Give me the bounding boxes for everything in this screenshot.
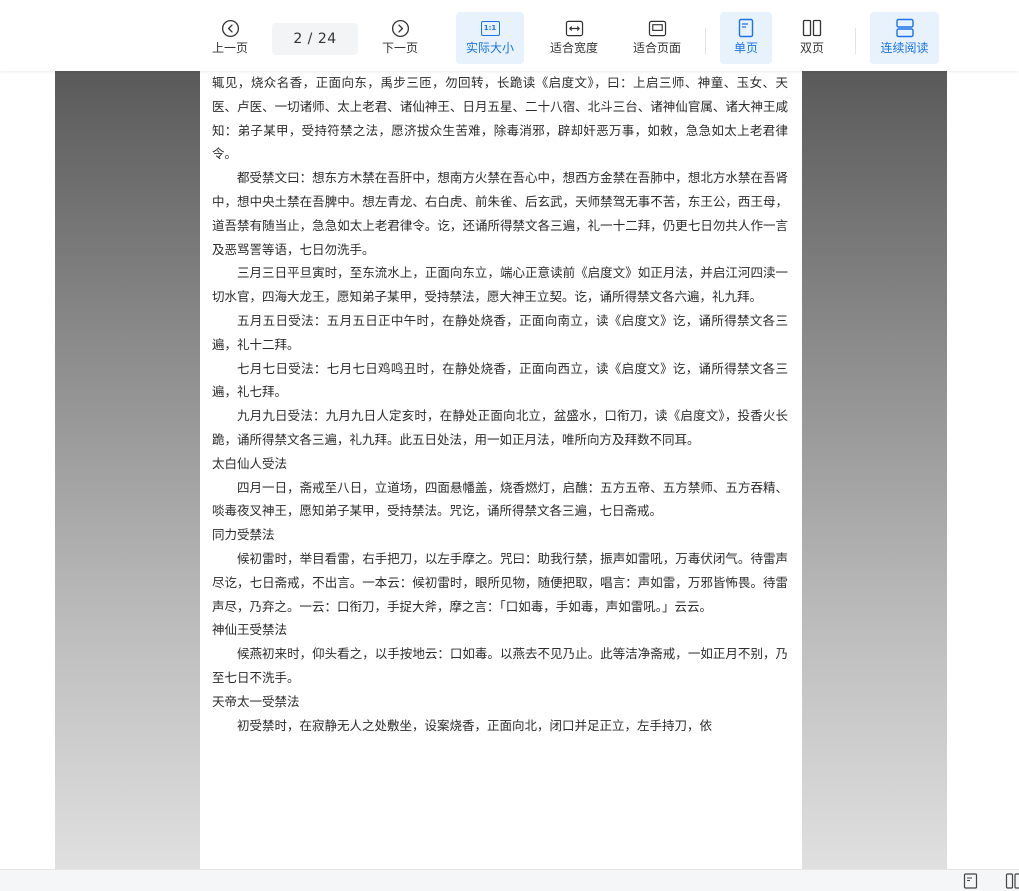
actual-size-icon-text: 1:1 [480, 20, 500, 36]
fit-width-label: 适合宽度 [549, 41, 598, 55]
page-indicator[interactable]: 2 / 24 [272, 23, 358, 55]
section-heading: 天帝太一受禁法 [212, 693, 300, 709]
paragraph: 五月五日受法：五月五日正中午时，在静处烧香，正面向南立，读《启度文》讫，诵所得禁… [212, 312, 788, 352]
actual-size-button[interactable]: 1:1 实际大小 [456, 12, 524, 64]
document-page: 辄见，烧众名香，正面向东，禹步三匝，勿回转，长跪读《启度文》，曰：上启三师、神童… [200, 71, 802, 869]
toolbar-divider [855, 28, 856, 54]
double-page-label: 双页 [799, 41, 824, 55]
prev-page-button[interactable]: 上一页 [204, 12, 256, 64]
viewer-toolbar: 上一页 2 / 24 下一页 1:1 实际大小 适合宽度 适合页面 单页 双页 … [0, 0, 1019, 71]
continuous-reading-label: 连续阅读 [880, 41, 929, 55]
document-viewport[interactable]: 辄见，烧众名香，正面向东，禹步三匝，勿回转，长跪读《启度文》，曰：上启三师、神童… [55, 71, 947, 869]
current-page-number[interactable]: 2 [293, 31, 302, 47]
double-page-button[interactable]: 双页 [786, 12, 838, 64]
paragraph: 初受禁时，在寂静无人之处敷坐，设案烧香，正面向北，闭口并足正立，左手持刀，依 [237, 717, 713, 733]
chevron-left-circle-icon [220, 18, 240, 38]
section-heading: 神仙王受禁法 [212, 622, 288, 638]
fit-page-button[interactable]: 适合页面 [624, 12, 690, 64]
fit-width-icon [564, 18, 584, 38]
toolbar-divider [705, 28, 706, 54]
single-page-view-icon[interactable] [963, 873, 979, 889]
next-page-label: 下一页 [381, 41, 418, 55]
continuous-reading-button[interactable]: 连续阅读 [870, 12, 939, 64]
paragraph: 四月一日，斋戒至八日，立道场，四面悬幡盖，烧香燃灯，启醮：五方五帝、五方禁师、五… [212, 479, 788, 519]
fit-page-icon [647, 18, 667, 38]
single-page-button[interactable]: 单页 [720, 12, 772, 64]
page-separator: / [302, 31, 318, 47]
actual-size-icon: 1:1 [480, 18, 500, 38]
paragraph: 候燕初来时，仰头看之，以手按地云：口如毒。以燕去不见乃止。此等洁净斋戒，一如正月… [212, 646, 788, 685]
actual-size-label: 实际大小 [465, 41, 514, 55]
paragraph: 三月三日平旦寅时，至东流水上，正面向东立，端心正意读前《启度文》如正月法，并启江… [212, 265, 788, 305]
paragraph: 都受禁文曰：想东方木禁在吾肝中，想南方火禁在吾心中，想西方金禁在吾肺中，想北方水… [212, 170, 788, 257]
fit-page-label: 适合页面 [632, 41, 681, 55]
next-page-button[interactable]: 下一页 [374, 12, 426, 64]
total-pages: 24 [317, 31, 337, 47]
continuous-reading-icon [895, 18, 915, 38]
paragraph: 九月九日受法：九月九日人定亥时，在静处正面向北立，盆盛水，口衔刀，读《启度文》，… [212, 408, 788, 447]
paragraph: 辄见，烧众名香，正面向东，禹步三匝，勿回转，长跪读《启度文》，曰：上启三师、神童… [212, 75, 788, 162]
paragraph: 候初雷时，举目看雷，右手把刀，以左手摩之。咒曰：助我行禁，振声如雷吼，万毒伏闭气… [212, 550, 788, 614]
fit-width-button[interactable]: 适合宽度 [541, 12, 607, 64]
section-heading: 同力受禁法 [212, 527, 275, 543]
double-page-icon [802, 18, 822, 38]
chevron-right-circle-icon [390, 18, 410, 38]
prev-page-label: 上一页 [211, 41, 248, 55]
double-page-view-icon[interactable] [1005, 873, 1019, 889]
single-page-label: 单页 [733, 41, 758, 55]
single-page-icon [736, 18, 756, 38]
status-bar [0, 869, 1019, 891]
paragraph: 七月七日受法：七月七日鸡鸣丑时，在静处烧香，正面向西立，读《启度文》讫，诵所得禁… [212, 360, 788, 400]
section-heading: 太白仙人受法 [212, 455, 288, 471]
